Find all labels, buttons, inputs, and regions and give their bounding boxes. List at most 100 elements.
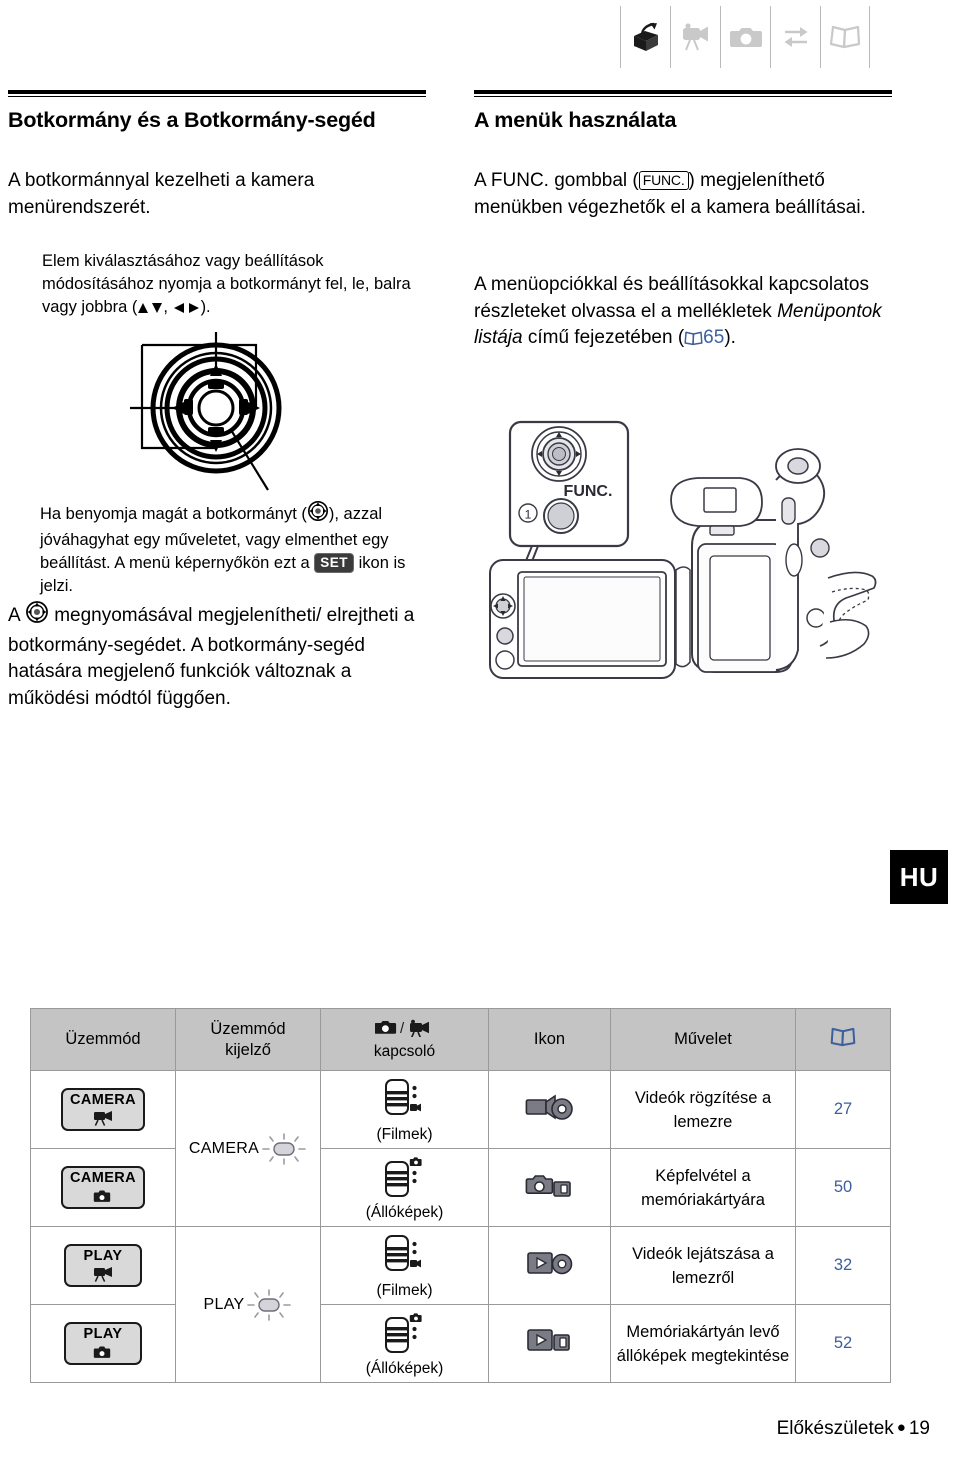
external-connections-icon [784,27,807,47]
cell-operation: Videók lejátszása a lemezről [610,1226,796,1305]
photo-mode-glyph-icon [73,1344,133,1360]
func-key-cap: FUNC. [638,171,689,190]
joystick-press-icon-2 [25,600,49,633]
switch-movie-icon [383,1078,427,1124]
dial-lamp-icon [247,1288,292,1321]
direction-note-separator: , [163,298,173,316]
cell-switch-movie-2: (Filmek) [320,1226,489,1305]
left-intro-text: A botkormánnyal kezelheti a kamera menür… [8,170,315,218]
movie-mode-glyph-icon [70,1110,136,1126]
cell-page-reference[interactable]: 52 [795,1304,891,1383]
svg-text:/: / [400,1020,405,1037]
page-footer: Előkészületek ● 19 [777,1418,930,1440]
book-reference-icon [684,328,703,355]
footer-section-name: Előkészületek [776,1418,894,1439]
guide-note-pre: A [8,605,20,626]
switch-label: (Filmek) [376,1281,433,1299]
menus-para1-pre: A FUNC. gombbal ( [474,170,639,191]
switch-label: (Filmek) [376,1125,433,1143]
switch-photo-icon [383,1156,427,1202]
cell-icon-record-video [488,1070,611,1149]
tab-external-connections[interactable] [770,6,820,68]
right-heading-rule [474,90,892,97]
table-header-row: Üzemmód Üzemmód kijelző / kapcsoló Ikon … [30,1008,891,1071]
cell-mode-chip: PLAY [30,1304,176,1383]
callout-number: 1 [525,508,532,522]
switch-movie-icon [383,1234,427,1280]
header-switch-label: kapcsoló [373,1043,436,1060]
header-mode-indicator: Üzemmód kijelző [175,1008,321,1071]
header-icon: Ikon [488,1008,611,1071]
tab-video[interactable] [670,6,720,68]
cell-mode-chip: PLAY [30,1226,176,1305]
header-mode-indicator-line1: Üzemmód [210,1019,286,1038]
mode-chip-label: PLAY [83,1248,123,1264]
play-video-disc-icon [526,1252,572,1275]
joystick-direction-note: Elem kiválasztásához vagy beállítások mó… [42,250,432,322]
dial-lamp-icon [262,1132,306,1165]
chapter-tab-strip [620,6,870,68]
table-row: PLAY [30,1304,891,1383]
cell-page-reference[interactable]: 27 [795,1070,891,1149]
tab-preparations[interactable] [620,6,670,68]
cell-switch-movie-1: (Filmek) [320,1070,489,1149]
header-page [795,1008,891,1071]
header-mode-indicator-line2: kijelző [225,1040,271,1059]
cell-operation: Képfelvétel a memóriakártyára [610,1148,796,1227]
menus-para3-c: ). [724,327,736,348]
footer-page-number: 19 [908,1418,930,1439]
up-down-arrows-icon [137,299,163,322]
switch-label: (Állóképek) [365,1203,444,1221]
mode-chip-camera-photo: CAMERA [60,1166,146,1209]
set-icon: SET [314,553,355,573]
dial-label: PLAY [203,1295,245,1313]
header-mode: Üzemmód [30,1008,176,1071]
dial-indicator-play: PLAY [180,1288,316,1322]
func-button-label: FUNC. [564,483,613,500]
cell-operation: Videók rögzítése a lemezre [610,1070,796,1149]
camcorder-illustration: FUNC. 1 [476,420,896,695]
cell-page-reference[interactable]: 32 [795,1226,891,1305]
tab-additional-information[interactable] [820,6,870,68]
movie-mode-glyph-icon [73,1266,133,1282]
right-section-heading: A menük használata [474,108,677,132]
mode-chip-label: CAMERA [69,1092,137,1108]
locale-badge: HU [890,850,948,904]
cell-mode-dial-play: PLAY [175,1226,321,1383]
book-icon [830,1027,856,1046]
mode-chip-label: PLAY [83,1326,123,1342]
dial-indicator-camera: CAMERA [180,1132,316,1166]
video-icon [682,23,708,51]
tab-photos[interactable] [720,6,770,68]
dial-label: CAMERA [188,1139,260,1157]
table-row: PLAY [30,1226,891,1383]
joystick-press-note: Ha benyomja magát a botkormányt (), azza… [40,500,440,598]
joystick-press-icon [307,500,329,529]
cell-mode-chip: CAMERA [30,1148,176,1227]
mode-chip-label: CAMERA [69,1170,137,1186]
footer-separator-dot: ● [896,1419,906,1436]
cell-mode-chip: CAMERA [30,1070,176,1149]
header-operation: Művelet [610,1008,796,1071]
switch-photo-icon [383,1312,427,1358]
menus-para1-post: ) [688,170,695,191]
joystick-direction-note-pre: Elem kiválasztásához vagy beállítások mó… [42,252,411,316]
menu-options-page-reference[interactable]: 65 [703,327,724,348]
header-switch: / kapcsoló [320,1008,489,1071]
left-right-arrows-icon [173,299,201,322]
additional-information-icon [829,25,861,49]
menus-reference-paragraph: A menüopciókkal és beállításokkal kapcso… [474,272,904,355]
cell-switch-photo-2: (Állóképek) [320,1304,489,1383]
preparations-icon [633,22,658,51]
manual-page: Botkormány és a Botkormány-segéd A botko… [0,0,960,1468]
camera-movie-switch-icons: / [374,1019,435,1039]
cell-mode-dial-camera: CAMERA [175,1070,321,1227]
mode-chip-play-photo: PLAY [64,1322,142,1365]
cell-icon-play-video [488,1226,611,1305]
cell-switch-photo-1: (Állóképek) [320,1148,489,1227]
photos-icon [729,28,762,47]
operating-modes-table: Üzemmód Üzemmód kijelző / kapcsoló Ikon … [30,1008,891,1383]
menus-para3-b: című fejezetében ( [527,327,685,348]
left-heading-rule [8,90,426,97]
cell-page-reference[interactable]: 50 [795,1148,891,1227]
